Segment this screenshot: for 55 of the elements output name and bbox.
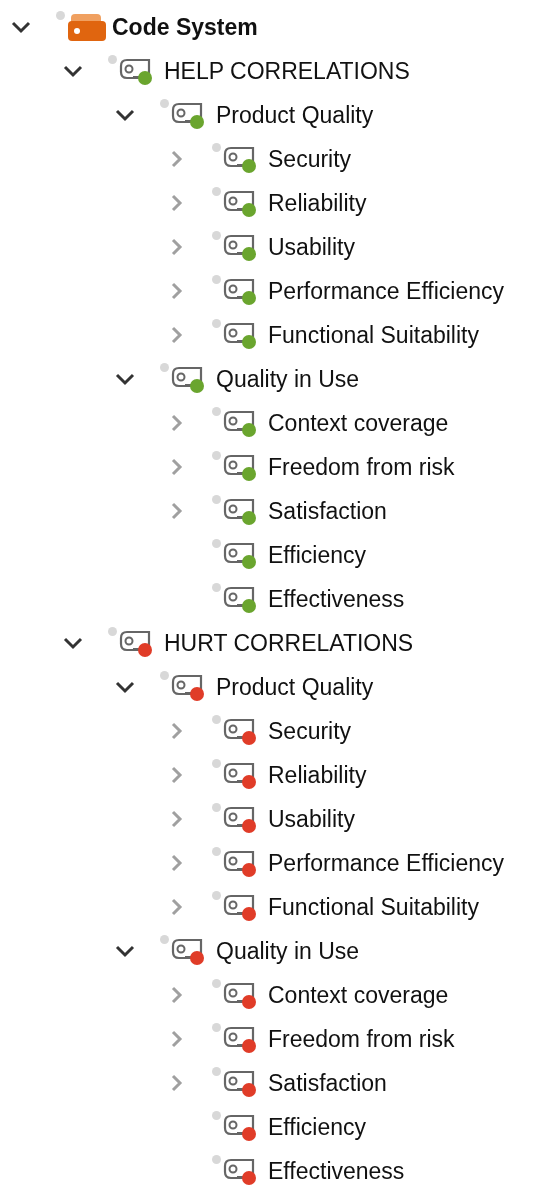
bullet-icon [212, 275, 221, 284]
bullet-icon [212, 583, 221, 592]
bullet-icon [212, 231, 221, 240]
bullet-icon [212, 539, 221, 548]
tree-item-label[interactable]: Usability [268, 805, 355, 833]
bullet-icon [212, 1067, 221, 1076]
tree-item-label[interactable]: Security [268, 717, 352, 745]
bullet-icon [160, 671, 169, 680]
tree-item-label[interactable]: Freedom from risk [268, 453, 455, 481]
bullet-icon [212, 715, 221, 724]
bullet-icon [212, 759, 221, 768]
bullet-icon [212, 143, 221, 152]
bullet-icon [160, 99, 169, 108]
bullet-icon [160, 363, 169, 372]
bullet-icon [212, 803, 221, 812]
bullet-icon [212, 1023, 221, 1032]
tree-item-label[interactable]: Product Quality [216, 101, 374, 129]
tree-item-label[interactable]: Context coverage [268, 409, 449, 437]
tree-item-label[interactable]: Security [268, 145, 352, 173]
bullet-icon [212, 891, 221, 900]
tree-item-label[interactable]: Freedom from risk [268, 1025, 455, 1053]
tree-item-label[interactable]: Efficiency [268, 1113, 366, 1141]
bullet-icon [56, 11, 65, 20]
tree-item-label[interactable]: Reliability [268, 189, 367, 217]
tree-item-label[interactable]: Context coverage [268, 981, 449, 1009]
tree-item-label[interactable]: Usability [268, 233, 355, 261]
bullet-icon [160, 935, 169, 944]
bullet-icon [108, 627, 117, 636]
tree-item-label[interactable]: Quality in Use [216, 365, 360, 393]
bullet-icon [212, 979, 221, 988]
bullet-icon [212, 451, 221, 460]
bullet-icon [212, 495, 221, 504]
tree-item-label[interactable]: Effectiveness [268, 1157, 405, 1185]
tree-item-label[interactable]: Functional Suitability [268, 321, 479, 349]
tree-item-label[interactable]: Satisfaction [268, 497, 387, 525]
tree-item-label[interactable]: Functional Suitability [268, 893, 479, 921]
bullet-icon [212, 1155, 221, 1164]
bullet-icon [212, 319, 221, 328]
tree-item-label[interactable]: Satisfaction [268, 1069, 387, 1097]
code-folder-icon [67, 12, 107, 42]
bullet-icon [212, 847, 221, 856]
tree-item-label[interactable]: Quality in Use [216, 937, 360, 965]
tree-item-label[interactable]: HELP CORRELATIONS [164, 57, 410, 85]
bullet-icon [212, 1111, 221, 1120]
tree-item-label[interactable]: Performance Efficiency [268, 849, 505, 877]
tree-item-label[interactable]: Performance Efficiency [268, 277, 505, 305]
tree-item-label[interactable]: HURT CORRELATIONS [164, 629, 414, 657]
tree-item-label[interactable]: Code System [112, 13, 258, 41]
bullet-icon [108, 55, 117, 64]
bullet-icon [212, 187, 221, 196]
bullet-icon [212, 407, 221, 416]
tree-item-label[interactable]: Product Quality [216, 673, 374, 701]
tree-item-label[interactable]: Reliability [268, 761, 367, 789]
tree-item-label[interactable]: Effectiveness [268, 585, 405, 613]
tree-item-label[interactable]: Efficiency [268, 541, 366, 569]
